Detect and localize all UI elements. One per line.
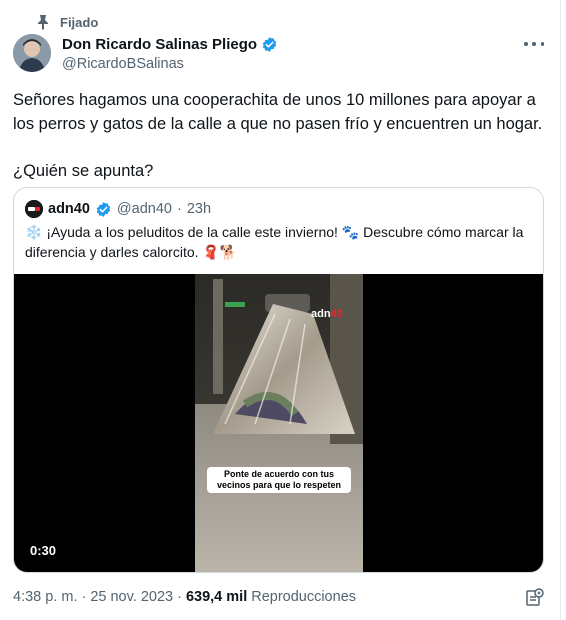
- pinned-label: Fijado: [60, 14, 99, 30]
- video-watermark: adn40: [311, 308, 343, 320]
- post-date[interactable]: 25 nov. 2023: [90, 589, 173, 605]
- quoted-avatar[interactable]: [25, 200, 43, 218]
- watermark-prefix: adn: [311, 308, 331, 320]
- author-handle[interactable]: @RicardoBSalinas: [62, 56, 278, 72]
- video-caption: Ponte de acuerdo con tus vecinos para qu…: [207, 467, 351, 493]
- separator-dot: ·: [176, 201, 182, 217]
- separator-dot: ·: [177, 589, 182, 605]
- pinned-indicator: Fijado: [36, 14, 98, 30]
- quoted-tweet-header: adn40 @adn40 · 23h: [25, 200, 211, 218]
- tweet-paragraph-1: Señores hagamos una cooperachita de unos…: [13, 91, 543, 133]
- author-avatar[interactable]: [13, 34, 51, 72]
- adn40-logo-icon: [25, 200, 43, 218]
- column-border: [560, 0, 561, 620]
- watermark-suffix: 40: [330, 308, 343, 320]
- tweet-text: Señores hagamos una cooperachita de unos…: [13, 88, 543, 183]
- post-time[interactable]: 4:38 p. m.: [13, 589, 77, 605]
- views-label: Reproducciones: [251, 589, 357, 605]
- pin-icon: [38, 15, 48, 30]
- video-player[interactable]: adn40 Ponte de acuerdo con tus vecinos p…: [14, 274, 543, 572]
- post-analytics-icon[interactable]: [526, 588, 544, 606]
- tweet-paragraph-2: ¿Quién se apunta?: [13, 162, 154, 180]
- separator-dot: ·: [81, 589, 87, 605]
- verified-badge-icon[interactable]: [261, 36, 278, 53]
- quoted-timestamp[interactable]: 23h: [187, 201, 211, 217]
- author-block: Don Ricardo Salinas Pliego @RicardoBSali…: [62, 36, 278, 72]
- quoted-author-name[interactable]: adn40: [48, 201, 90, 217]
- post-metadata: 4:38 p. m. · 25 nov. 2023 · 639,4 mil Re…: [13, 589, 356, 605]
- author-name[interactable]: Don Ricardo Salinas Pliego: [62, 36, 257, 53]
- quoted-tweet-text: ❄️ ¡Ayuda a los pelud­itos de la calle e…: [25, 224, 524, 260]
- more-options-icon[interactable]: [524, 36, 544, 52]
- views-count: 639,4 mil: [185, 589, 248, 605]
- verified-badge-icon: [96, 201, 111, 217]
- quoted-tweet[interactable]: adn40 @adn40 · 23h ❄️ ¡Ayuda a los pelud…: [13, 187, 544, 573]
- video-duration: 0:30: [30, 543, 57, 558]
- quoted-author-handle[interactable]: @adn40: [117, 201, 172, 217]
- avatar-image: [13, 34, 51, 72]
- video-frame: adn40 Ponte de acuerdo con tus vecinos p…: [195, 274, 363, 572]
